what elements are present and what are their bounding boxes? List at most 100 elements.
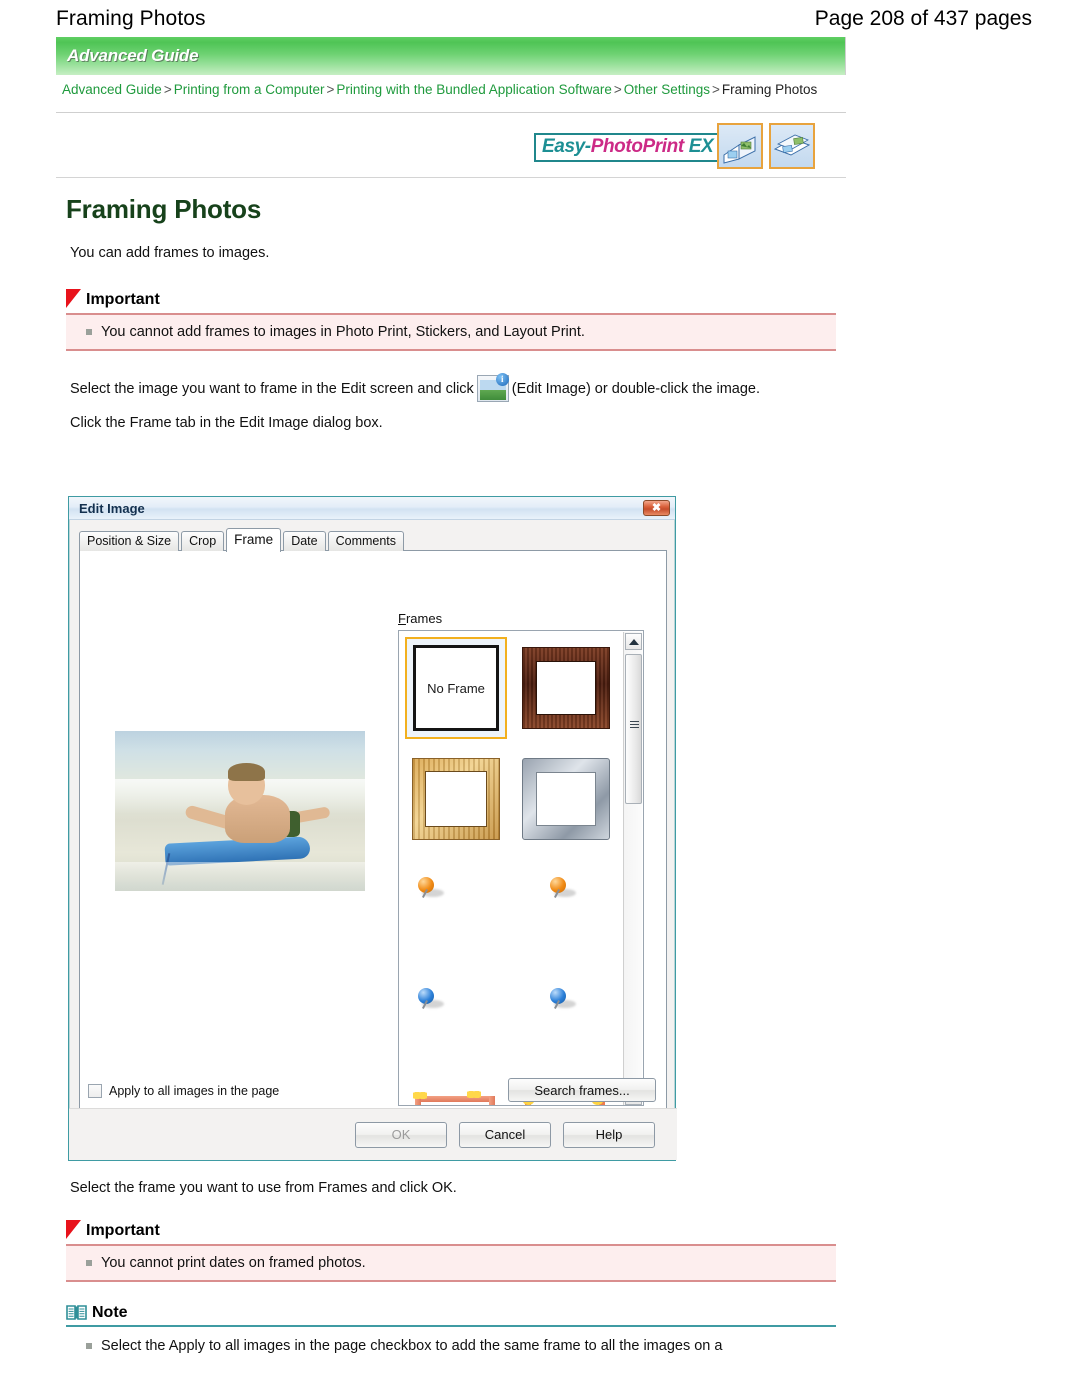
search-frames-button[interactable]: Search frames... xyxy=(508,1078,656,1102)
breadcrumb-item-printing-from-a-computer[interactable]: Printing from a Computer xyxy=(174,82,325,97)
butterfly-flower-frame-icon xyxy=(409,1086,503,1105)
dialog-tabstrip: Position & Size Crop Frame Date Comments xyxy=(79,527,667,552)
breadcrumb-separator: > xyxy=(613,82,622,97)
note-label: Note xyxy=(92,1304,128,1321)
divider xyxy=(56,112,846,113)
page-title: Framing Photos xyxy=(66,194,262,224)
breadcrumb-item-advanced-guide[interactable]: Advanced Guide xyxy=(62,82,162,97)
page-indicator: Page 208 of 437 pages xyxy=(814,6,1032,30)
breadcrumb-item-other-settings[interactable]: Other Settings xyxy=(624,82,710,97)
dialog-titlebar: Edit Image ✖ xyxy=(69,497,675,520)
orange-pushpin-frame-icon xyxy=(410,867,502,953)
important-bullet-text: You cannot add frames to images in Photo… xyxy=(101,324,585,340)
important-heading: Important xyxy=(66,289,846,309)
frame-option-blue-pushpin-2[interactable] xyxy=(517,972,615,1070)
instruction-text-part-1: Select the image you want to frame in th… xyxy=(70,381,474,397)
frames-list-scrollbar[interactable] xyxy=(623,632,642,1105)
apply-to-all-row[interactable]: Apply to all images in the page xyxy=(88,1084,279,1098)
logo-segment-ex: EX xyxy=(683,136,714,157)
frames-grid: No Frame xyxy=(399,631,625,1105)
photo-album-icon xyxy=(717,123,763,169)
frame-option-orange-pushpin-2[interactable] xyxy=(517,861,615,959)
post-dialog-text: Select the frame you want to use from Fr… xyxy=(70,1180,457,1196)
instruction-paragraph-1: Select the image you want to frame in th… xyxy=(70,373,846,402)
intro-text: You can add frames to images. xyxy=(70,245,270,261)
image-preview xyxy=(115,731,365,891)
photo-layers-icon xyxy=(769,123,815,169)
silver-metal-frame-icon xyxy=(522,758,610,840)
dark-wood-frame-icon xyxy=(522,647,610,729)
no-frame-preview: No Frame xyxy=(413,645,499,731)
bullet-square-icon xyxy=(86,329,92,335)
pushpin-icon xyxy=(418,877,434,893)
frame-option-dark-wood[interactable] xyxy=(517,639,615,737)
dialog-footer: OK Cancel Help xyxy=(69,1108,677,1160)
frame-tab-panel: Frames No Frame Apply to all images in t… xyxy=(79,550,667,1109)
scroll-up-icon[interactable] xyxy=(625,633,642,650)
frame-option-light-wood[interactable] xyxy=(407,750,505,848)
tab-comments[interactable]: Comments xyxy=(327,531,405,551)
scrollbar-thumb[interactable] xyxy=(625,654,642,804)
instruction-paragraph-2: Click the Frame tab in the Edit Image di… xyxy=(70,415,383,431)
document-page: Framing Photos Page 208 of 437 pages Adv… xyxy=(0,0,1080,1397)
breadcrumb: Advanced Guide > Printing from a Computer >… xyxy=(56,75,846,99)
close-icon[interactable]: ✖ xyxy=(643,500,670,516)
note-divider xyxy=(66,1325,836,1327)
frame-option-no-frame[interactable]: No Frame xyxy=(405,637,507,739)
breadcrumb-separator: > xyxy=(163,82,172,97)
blue-pushpin-frame-icon xyxy=(410,978,502,1064)
important-box: You cannot add frames to images in Photo… xyxy=(66,313,836,351)
apply-to-all-label: Apply to all images in the page xyxy=(109,1084,280,1098)
apply-to-all-checkbox[interactable] xyxy=(88,1084,102,1098)
instruction-text-part-2: (Edit Image) or double-click the image. xyxy=(511,381,761,397)
butterfly-icon xyxy=(467,1089,481,1100)
cancel-button[interactable]: Cancel xyxy=(459,1121,551,1148)
tab-crop[interactable]: Crop xyxy=(181,531,225,551)
preview-torso xyxy=(225,795,290,843)
frame-bar-top xyxy=(415,1096,495,1102)
document-title: Framing Photos xyxy=(56,6,206,30)
page-header: Framing Photos Page 208 of 437 pages xyxy=(0,0,1080,37)
important-label: Important xyxy=(86,290,160,308)
frame-option-blue-pushpin[interactable] xyxy=(407,972,505,1070)
bullet-square-icon xyxy=(86,1343,92,1349)
advanced-guide-banner: Advanced Guide xyxy=(56,37,846,75)
ok-button[interactable]: OK xyxy=(355,1121,447,1148)
frames-group-label: Frames xyxy=(398,611,442,626)
note-heading: Note xyxy=(66,1304,846,1322)
frames-label-rest: rames xyxy=(405,611,443,626)
tab-frame[interactable]: Frame xyxy=(226,528,282,552)
pushpin-icon xyxy=(550,877,566,893)
logo-segment-easy: Easy- xyxy=(542,136,591,157)
edit-image-dialog: Edit Image ✖ Position & Size Crop Frame … xyxy=(68,496,677,1161)
frame-option-butterfly-flower[interactable] xyxy=(407,1083,505,1105)
info-badge-icon: i xyxy=(495,373,509,386)
advanced-guide-banner-label: Advanced Guide xyxy=(67,46,199,65)
red-flag-icon xyxy=(66,1220,81,1239)
frame-option-orange-pushpin[interactable] xyxy=(407,861,505,959)
page-content: Advanced Guide Advanced Guide > Printing f… xyxy=(56,37,846,434)
frames-list[interactable]: No Frame xyxy=(398,630,644,1106)
dialog-body: Position & Size Crop Frame Date Comments xyxy=(79,527,667,1110)
tab-position-and-size[interactable]: Position & Size xyxy=(79,531,180,551)
important-box-2: You cannot print dates on framed photos. xyxy=(66,1244,836,1282)
post-dialog-content: Select the frame you want to use from Fr… xyxy=(56,1178,846,1356)
breadcrumb-separator: > xyxy=(712,82,720,97)
breadcrumb-item-printing-with-bundled-software[interactable]: Printing with the Bundled Application So… xyxy=(336,82,611,97)
frame-option-silver-metal[interactable] xyxy=(517,750,615,848)
important-label: Important xyxy=(86,1221,160,1239)
no-frame-caption: No Frame xyxy=(427,680,485,696)
frames-label-accel: F xyxy=(398,611,406,626)
tab-date[interactable]: Date xyxy=(283,531,326,551)
blue-pushpin-frame-icon-2 xyxy=(520,978,612,1064)
orange-pushpin-frame-icon-2 xyxy=(520,867,612,953)
dialog-title: Edit Image xyxy=(79,500,145,516)
important-bullet-text: You cannot print dates on framed photos. xyxy=(101,1255,366,1271)
help-button[interactable]: Help xyxy=(563,1121,655,1148)
scrollbar-grip-icon xyxy=(630,721,639,728)
frame-bar-right xyxy=(489,1096,495,1105)
note-bullets: Select the Apply to all images in the pa… xyxy=(66,1336,846,1356)
red-flag-icon xyxy=(66,289,81,308)
important-bullet: You cannot add frames to images in Photo… xyxy=(66,322,836,342)
easy-photoprint-ex-logo: Easy-PhotoPrint EX xyxy=(534,133,722,162)
